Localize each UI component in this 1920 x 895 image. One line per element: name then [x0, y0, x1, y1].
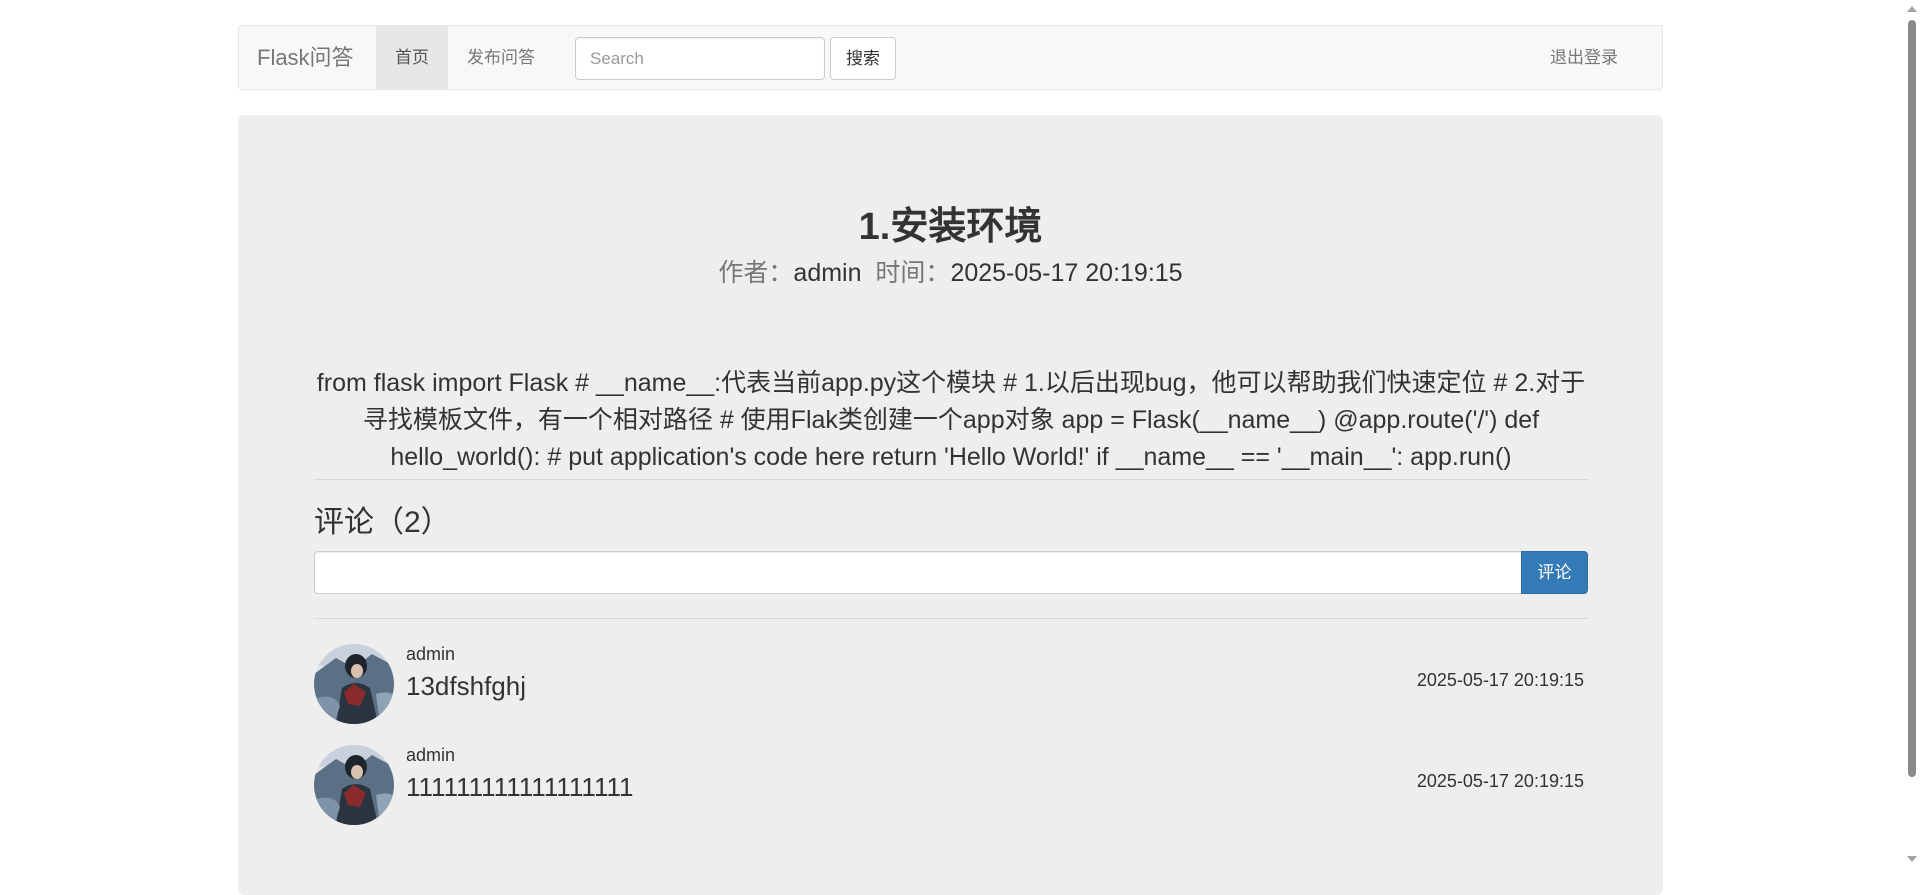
comment-time: 2025-05-17 20:19:15: [1416, 771, 1584, 791]
question-content: from flask import Flask # __name__:代表当前a…: [316, 369, 1586, 471]
avatar: [314, 745, 394, 825]
divider: [314, 479, 1588, 480]
scroll-down-arrow-icon[interactable]: [1907, 856, 1917, 862]
question-time: 2025-05-17 20:19:15: [950, 259, 1183, 287]
nav-publish-question[interactable]: 发布问答: [448, 26, 554, 89]
question-meta: 作者：admin 时间：2025-05-17 20:19:15: [238, 253, 1663, 289]
search-button[interactable]: 搜索: [830, 37, 896, 80]
author-label: 作者：: [718, 259, 794, 287]
comment-username: admin: [406, 745, 456, 765]
comment-text: 111111111111111111: [406, 772, 634, 802]
vertical-scrollbar[interactable]: [1903, 0, 1920, 869]
search-input[interactable]: [575, 37, 825, 80]
question-detail-panel: 1.安装环境 作者：admin 时间：2025-05-17 20:19:15 f…: [238, 115, 1663, 895]
comment-username: admin: [406, 644, 456, 664]
question-title: 1.安装环境: [858, 206, 1043, 248]
author-name: admin: [793, 259, 862, 287]
scrollbar-thumb[interactable]: [1908, 20, 1916, 777]
scroll-up-arrow-icon[interactable]: [1907, 6, 1917, 12]
comment-item: admin 111111111111111111 2025-05-17 20:1…: [314, 745, 1588, 825]
comment-text: 13dfshfghj: [406, 671, 526, 701]
comment-submit-button[interactable]: 评论: [1521, 551, 1588, 594]
comments-heading: 评论（2）: [314, 506, 451, 539]
avatar: [314, 644, 394, 724]
comment-item: admin 13dfshfghj 2025-05-17 20:19:15: [314, 644, 1588, 724]
nav-home[interactable]: 首页: [376, 26, 448, 89]
time-label: 时间：: [875, 259, 951, 287]
top-navbar: Flask问答 首页 发布问答 搜索 退出登录: [238, 25, 1663, 90]
logout-link[interactable]: 退出登录: [1529, 26, 1639, 89]
brand-logo[interactable]: Flask问答: [257, 26, 354, 89]
comment-input[interactable]: [314, 551, 1522, 594]
divider: [314, 618, 1588, 619]
comment-time: 2025-05-17 20:19:15: [1416, 670, 1584, 690]
